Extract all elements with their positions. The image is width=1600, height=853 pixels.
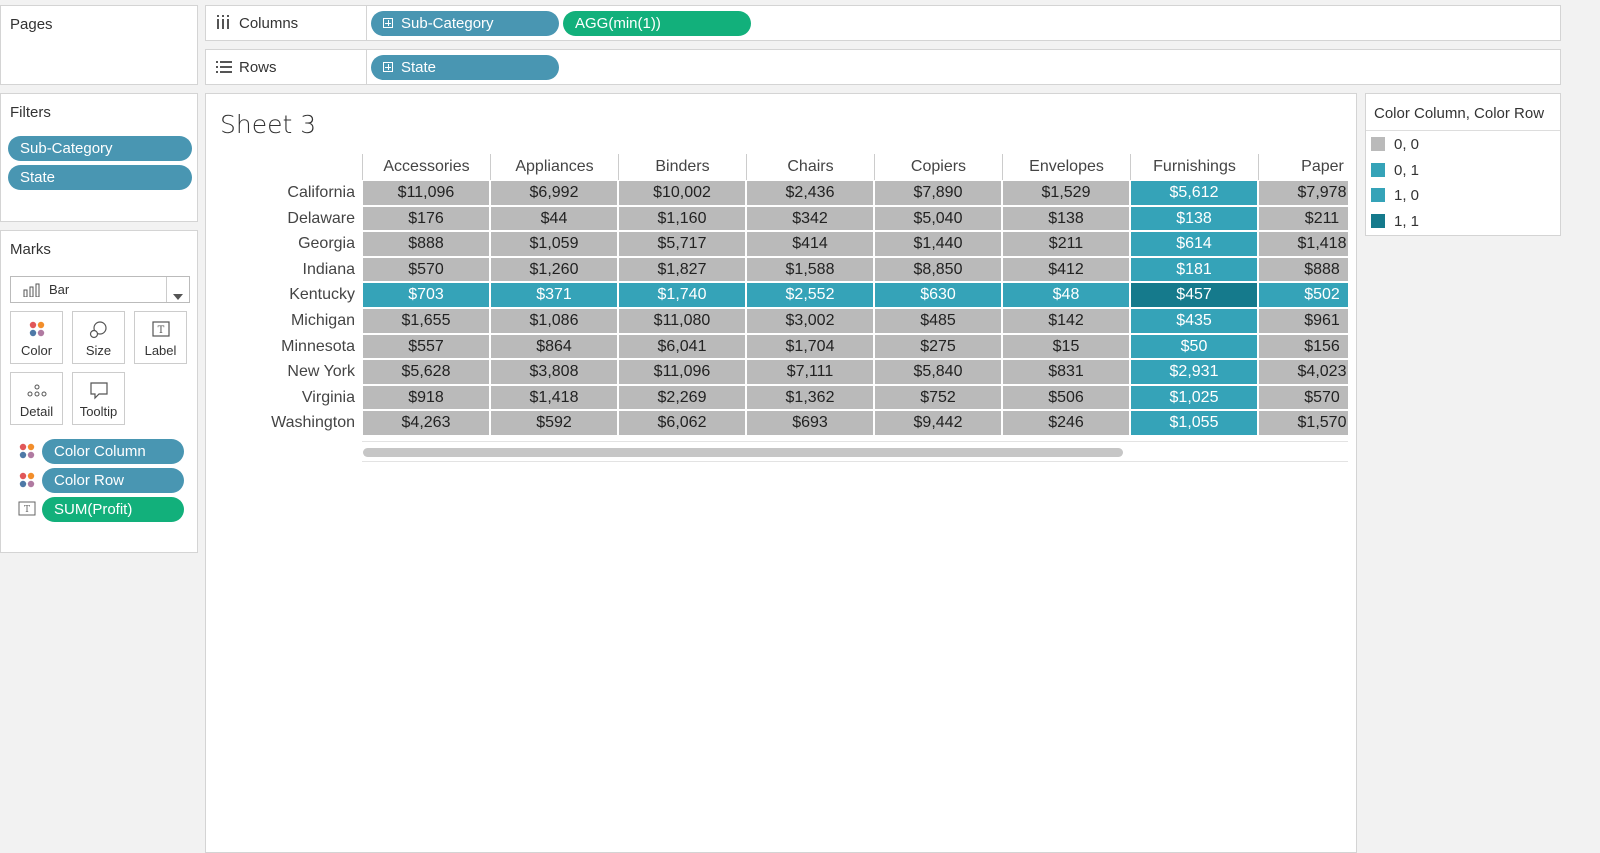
horizontal-scrollbar-thumb[interactable] (363, 448, 1123, 457)
legend-item[interactable]: 1, 1 (1371, 213, 1419, 230)
columns-label: Columns (239, 15, 299, 32)
detail-icon (11, 381, 62, 401)
pages-panel[interactable]: Pages (0, 5, 198, 85)
legend-item[interactable]: 1, 0 (1371, 187, 1419, 204)
size-icon (73, 320, 124, 340)
columns-pill-agg-min[interactable]: AGG(min(1)) (563, 11, 751, 36)
bar-chart-icon (23, 283, 43, 302)
color-field-icon (18, 442, 36, 465)
legend-label: 0, 0 (1394, 136, 1420, 153)
filters-title: Filters (10, 104, 51, 121)
tooltip-button[interactable]: Tooltip (72, 372, 125, 425)
marks-field-color-row[interactable]: Color Row (42, 468, 184, 493)
expand-icon (383, 62, 393, 72)
filter-state[interactable]: State (8, 165, 192, 190)
sheet-view[interactable]: Sheet 3 (205, 93, 1357, 853)
sheet-title: Sheet 3 (220, 110, 317, 139)
color-field-icon (18, 471, 36, 494)
columns-shelf[interactable]: Columns Sub-Category AGG(min(1)) (205, 5, 1561, 41)
legend-swatch (1371, 188, 1385, 203)
marks-title: Marks (10, 241, 51, 258)
tooltip-icon (73, 381, 124, 401)
color-button[interactable]: Color (10, 311, 63, 364)
chevron-down-icon (173, 287, 183, 305)
filters-panel[interactable]: Filters Sub-Category State (0, 93, 198, 222)
color-icon (11, 320, 62, 340)
label-icon: T (135, 320, 186, 340)
svg-text:T: T (24, 505, 30, 515)
rows-icon (216, 60, 232, 74)
marks-field-sum-profit[interactable]: SUM(Profit) (42, 497, 184, 522)
rows-shelf[interactable]: Rows State (205, 49, 1561, 85)
columns-pill-sub-category[interactable]: Sub-Category (371, 11, 559, 36)
label-button[interactable]: T Label (134, 311, 187, 364)
size-button[interactable]: Size (72, 311, 125, 364)
legend-swatch (1371, 137, 1385, 151)
legend-swatch (1371, 162, 1385, 177)
filter-sub-category[interactable]: Sub-Category (8, 136, 192, 161)
legend-label: 0, 1 (1394, 161, 1420, 179)
rows-label: Rows (239, 59, 277, 76)
rows-pill-state[interactable]: State (371, 55, 559, 80)
marks-panel[interactable]: Marks Bar Color Size T Label Detail Tool… (0, 230, 198, 553)
detail-button[interactable]: Detail (10, 372, 63, 425)
columns-icon (216, 15, 230, 29)
legend-title: Color Column, Color Row (1374, 105, 1545, 122)
svg-text:T: T (157, 325, 164, 336)
expand-icon (383, 18, 393, 28)
legend-item[interactable]: 0, 1 (1371, 162, 1419, 179)
marks-field-color-column[interactable]: Color Column (42, 439, 184, 464)
mark-type-dropdown[interactable]: Bar (10, 276, 190, 303)
legend-label: 1, 1 (1394, 213, 1420, 231)
mark-type-label: Bar (49, 282, 70, 297)
legend-swatch (1371, 214, 1385, 229)
legend-label: 1, 0 (1394, 187, 1420, 205)
pages-title: Pages (10, 16, 53, 33)
label-field-icon: T (18, 501, 36, 522)
legend-item[interactable]: 0, 0 (1371, 136, 1419, 153)
